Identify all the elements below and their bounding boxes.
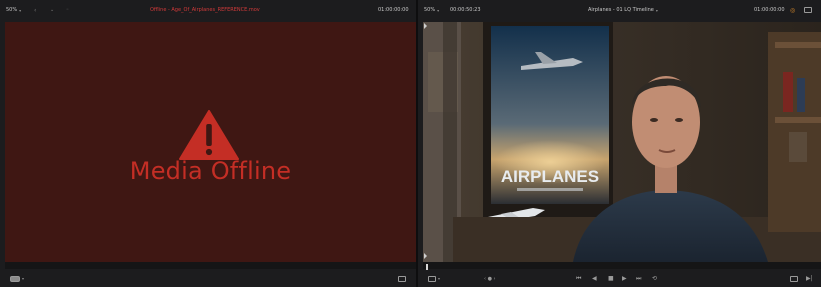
in-marker-icon (424, 23, 427, 29)
clip-type-icon (10, 275, 20, 282)
timeline-viewer: 50% ▾ 00:00:50:23 Airplanes - 01 LQ Time… (418, 0, 821, 287)
loop-icon (398, 275, 406, 282)
timeline-viewer-header: 50% ▾ 00:00:50:23 Airplanes - 01 LQ Time… (418, 0, 821, 20)
timeline-clip-type-selector[interactable]: ▾ (428, 270, 440, 287)
timeline-transport-bar: ▾ ‹ ● › ⏮ ◀ ■ ▶ ⏭ ⟲ ▶| (418, 270, 821, 287)
cinema-mode-icon[interactable] (804, 0, 812, 20)
chevron-down-icon: ▾ (19, 7, 22, 13)
source-scrubber[interactable] (5, 262, 416, 269)
source-zoom-value: 50% (6, 7, 18, 13)
stop-icon[interactable]: ■ (608, 270, 614, 287)
svg-text:AIRPLANES: AIRPLANES (501, 167, 599, 186)
go-to-start-icon[interactable]: ⏮ (576, 270, 581, 287)
timeline-scrubber[interactable] (423, 262, 821, 269)
dual-viewer: 50% ▾ ‹ ⌄ ◦ Offline - Age_Of_Airplanes_R… (0, 0, 821, 287)
next-edit-icon[interactable]: ▶| (806, 270, 813, 287)
warning-triangle-icon (179, 110, 239, 160)
timeline-zoom-value: 50% (424, 7, 436, 13)
source-clip-type-selector[interactable]: ▾ (10, 270, 24, 287)
timeline-title-label: Airplanes - 01 LQ Timeline (588, 7, 654, 13)
source-viewer-options-icon[interactable]: ⌄ (50, 0, 54, 20)
source-transport-bar: ▾ (0, 270, 416, 287)
chevron-down-icon: ▾ (438, 276, 441, 281)
timeline-timecode: 01:00:00:00 (754, 7, 785, 13)
chevron-down-icon: ▾ (437, 7, 440, 13)
source-viewer: 50% ▾ ‹ ⌄ ◦ Offline - Age_Of_Airplanes_R… (0, 0, 416, 287)
timeline-title[interactable]: Airplanes - 01 LQ Timeline ▾ (588, 0, 658, 20)
play-icon[interactable]: ▶ (622, 270, 627, 287)
source-loop-icon[interactable] (398, 270, 406, 287)
loop-icon[interactable]: ⟲ (652, 270, 657, 287)
clip-type-icon (428, 275, 436, 282)
video-frame-image: AIRPLANES (423, 22, 821, 262)
bypass-icon[interactable]: ◎ (790, 0, 795, 20)
media-offline-text: Media Offline (129, 157, 292, 185)
source-viewer-header: 50% ▾ ‹ ⌄ ◦ Offline - Age_Of_Airplanes_R… (0, 0, 416, 20)
source-frame: Media Offline (5, 22, 416, 262)
source-timecode: 01:00:00:00 (378, 7, 409, 13)
timeline-video-frame: AIRPLANES (423, 22, 821, 262)
timeline-zoom-dropdown[interactable]: 50% ▾ (424, 0, 439, 20)
chevron-down-icon: ▾ (655, 7, 658, 13)
source-zoom-dropdown[interactable]: 50% ▾ (6, 0, 21, 20)
go-to-end-icon[interactable]: ⏭ (636, 270, 641, 287)
jog-control[interactable]: ‹ ● › (484, 270, 496, 287)
match-frame-icon[interactable] (790, 270, 798, 287)
source-clip-name: Offline - Age_Of_Airplanes_REFERENCE.mov (150, 7, 260, 13)
timeline-duration: 00:00:50:23 (450, 7, 481, 13)
chevron-down-icon: ▾ (22, 276, 25, 281)
source-history-icon[interactable]: ◦ (66, 0, 69, 20)
play-reverse-icon[interactable]: ◀ (592, 270, 597, 287)
source-nav-prev-icon[interactable]: ‹ (34, 0, 36, 20)
out-marker-icon (424, 253, 427, 259)
